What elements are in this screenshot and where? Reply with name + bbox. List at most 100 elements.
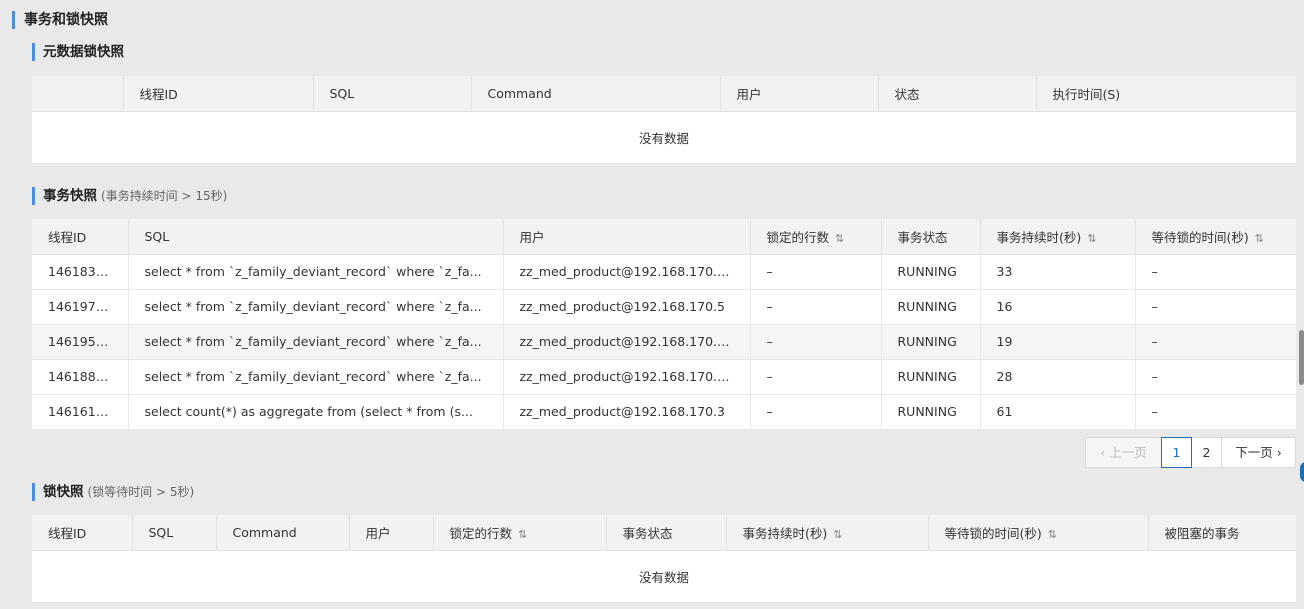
sort-icon[interactable]: ⇅ (833, 528, 842, 541)
col-status: 状态 (878, 76, 1037, 112)
col-sql: SQL (313, 76, 472, 112)
cell-trx-state: RUNNING (881, 394, 981, 430)
page-button-1[interactable]: 1 (1161, 437, 1192, 468)
col-lock-wait[interactable]: 等待锁的时间(秒) ⇅ (928, 515, 1149, 551)
sort-icon[interactable]: ⇅ (1087, 232, 1096, 245)
cell-sql[interactable]: select * from `z_family_deviant_record` … (128, 254, 504, 290)
col-trx-duration[interactable]: 事务持续时(秒) ⇅ (980, 219, 1136, 255)
col-command: Command (216, 515, 350, 551)
col-sql: SQL (132, 515, 217, 551)
cell-trx-duration: 16 (980, 289, 1136, 325)
table-row: 14619515 select * from `z_family_deviant… (32, 324, 1296, 360)
table-row: 14618841 select * from `z_family_deviant… (32, 359, 1296, 395)
trx-table: 线程ID SQL 用户 锁定的行数 ⇅ 事务状态 事务持续时(秒) ⇅ 等待锁的时间… (32, 219, 1296, 430)
cell-locked-rows: – (750, 359, 882, 395)
chevron-right-icon: › (1276, 445, 1282, 460)
sort-icon[interactable]: ⇅ (835, 232, 844, 245)
trx-subtitle: (事务持续时间 > 15秒) (101, 189, 228, 203)
cell-user: zz_med_product@192.168.170.213 (503, 359, 751, 395)
cell-trx-duration: 61 (980, 394, 1136, 430)
cell-lock-wait: – (1135, 254, 1296, 290)
col-exec-time: 执行时间(S) (1036, 76, 1296, 112)
scrollbar[interactable] (1299, 330, 1304, 385)
cell-user: zz_med_product@192.168.170.3 (503, 394, 751, 430)
col-lock-wait-label: 等待锁的时间(秒) (1151, 229, 1249, 245)
cell-locked-rows: – (750, 324, 882, 360)
pagination: ‹ 上一页 1 2 下一页 › (1085, 437, 1296, 468)
cell-trx-state: RUNNING (881, 324, 981, 360)
col-trx-state: 事务状态 (606, 515, 727, 551)
col-trx-duration-label: 事务持续时(秒) (996, 229, 1082, 245)
col-trx-duration[interactable]: 事务持续时(秒) ⇅ (726, 515, 929, 551)
metadata-lock-title: 元数据锁快照 (32, 43, 124, 61)
cell-trx-state: RUNNING (881, 359, 981, 395)
col-sql: SQL (128, 219, 504, 255)
cell-locked-rows: – (750, 254, 882, 290)
sort-icon[interactable]: ⇅ (1048, 528, 1057, 541)
cell-locked-rows: – (750, 394, 882, 430)
table-row: 14616151 select count(*) as aggregate fr… (32, 394, 1296, 430)
trx-title: 事务快照 (事务持续时间 > 15秒) (32, 187, 227, 205)
col-user: 用户 (503, 219, 751, 255)
lock-table: 线程ID SQL Command 用户 锁定的行数 ⇅ 事务状态 事务持续时(秒)… (32, 515, 1296, 603)
sort-icon[interactable]: ⇅ (1255, 232, 1264, 245)
col-blocked-trx: 被阻塞的事务 (1148, 515, 1296, 551)
col-locked-rows-label: 锁定的行数 (766, 229, 830, 245)
next-page-button[interactable]: 下一页 › (1221, 437, 1296, 468)
cell-trx-duration: 28 (980, 359, 1136, 395)
col-thread-id: 线程ID (123, 76, 314, 112)
cell-lock-wait: – (1135, 324, 1296, 360)
col-command: Command (471, 76, 721, 112)
cell-sql[interactable]: select * from `z_family_deviant_record` … (128, 324, 504, 360)
cell-user: zz_med_product@192.168.170.5 (503, 289, 751, 325)
empty-state: 没有数据 (32, 111, 1296, 164)
cell-trx-state: RUNNING (881, 254, 981, 290)
col-locked-rows[interactable]: 锁定的行数 ⇅ (750, 219, 882, 255)
prev-page-label: 上一页 (1109, 445, 1147, 460)
metadata-lock-table: 线程ID SQL Command 用户 状态 执行时间(S) 没有数据 (32, 76, 1296, 164)
lock-title: 锁快照 (锁等待时间 > 5秒) (32, 483, 194, 501)
metadata-lock-title-text: 元数据锁快照 (43, 44, 124, 60)
col-thread-id: 线程ID (32, 219, 129, 255)
cell-lock-wait: – (1135, 359, 1296, 395)
cell-thread-id: 14619515 (32, 324, 129, 360)
cell-sql[interactable]: select * from `z_family_deviant_record` … (128, 289, 504, 325)
page-title: 事务和锁快照 (12, 11, 108, 29)
cell-user: zz_med_product@192.168.170.213 (503, 254, 751, 290)
cell-thread-id: 14616151 (32, 394, 129, 430)
col-trx-duration-label: 事务持续时(秒) (742, 525, 828, 541)
empty-state: 没有数据 (32, 550, 1296, 603)
prev-page-button[interactable]: ‹ 上一页 (1085, 437, 1162, 468)
col-trx-state: 事务状态 (881, 219, 981, 255)
sort-icon[interactable]: ⇅ (518, 528, 527, 541)
cell-sql[interactable]: select count(*) as aggregate from (selec… (128, 394, 504, 430)
cell-thread-id: 14618841 (32, 359, 129, 395)
chevron-left-icon: ‹ (1100, 445, 1106, 460)
col-locked-rows[interactable]: 锁定的行数 ⇅ (433, 515, 607, 551)
col-locked-rows-label: 锁定的行数 (449, 525, 513, 541)
cell-trx-state: RUNNING (881, 289, 981, 325)
col-lock-wait-label: 等待锁的时间(秒) (944, 525, 1042, 541)
table-row: 14618364 select * from `z_family_deviant… (32, 254, 1296, 290)
cell-sql[interactable]: select * from `z_family_deviant_record` … (128, 359, 504, 395)
cell-user: zz_med_product@192.168.170.214 (503, 324, 751, 360)
table-row: 14619706 select * from `z_family_deviant… (32, 289, 1296, 325)
page-button-2[interactable]: 2 (1191, 437, 1222, 468)
floating-button[interactable] (1300, 462, 1304, 482)
col-checkbox (32, 76, 124, 112)
cell-lock-wait: – (1135, 289, 1296, 325)
col-user: 用户 (349, 515, 434, 551)
lock-title-text: 锁快照 (43, 484, 84, 500)
col-lock-wait[interactable]: 等待锁的时间(秒) ⇅ (1135, 219, 1296, 255)
cell-lock-wait: – (1135, 394, 1296, 430)
col-user: 用户 (720, 76, 879, 112)
lock-subtitle: (锁等待时间 > 5秒) (87, 485, 195, 499)
next-page-label: 下一页 (1235, 445, 1273, 460)
col-thread-id: 线程ID (32, 515, 133, 551)
cell-thread-id: 14618364 (32, 254, 129, 290)
cell-trx-duration: 33 (980, 254, 1136, 290)
cell-locked-rows: – (750, 289, 882, 325)
trx-title-text: 事务快照 (43, 188, 97, 204)
cell-thread-id: 14619706 (32, 289, 129, 325)
cell-trx-duration: 19 (980, 324, 1136, 360)
